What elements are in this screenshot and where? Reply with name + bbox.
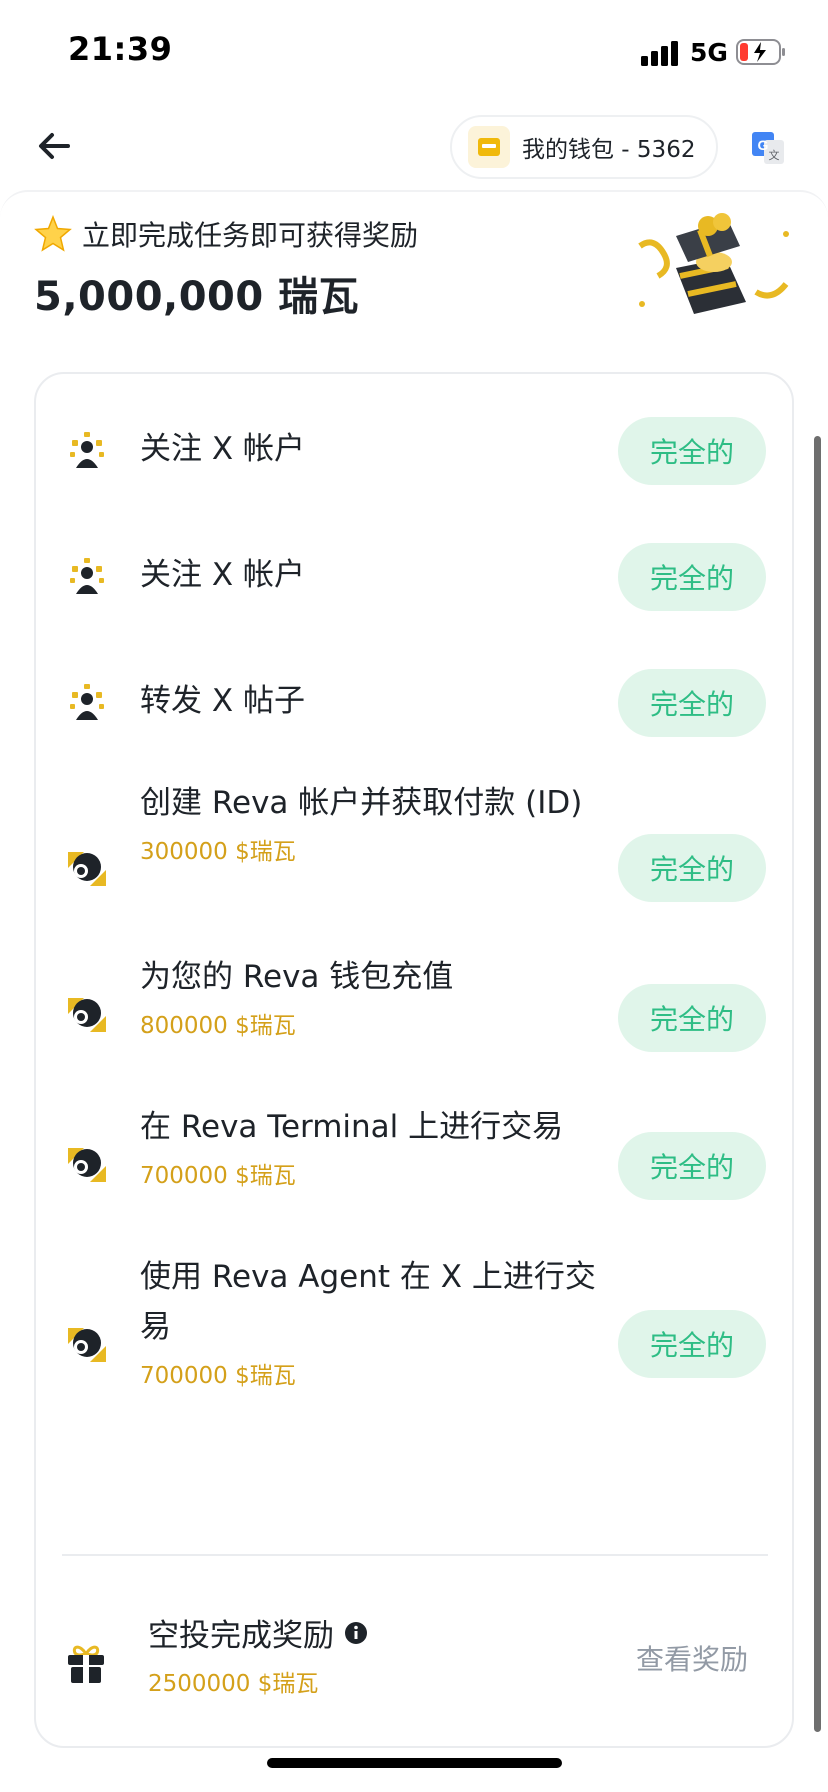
- task-row: 关注 X 帐户 完全的: [36, 526, 792, 646]
- reward-subtitle: 立即完成任务即可获得奖励: [34, 214, 418, 254]
- coins-icon: [68, 1328, 106, 1362]
- task-text: 关注 X 帐户: [140, 424, 610, 474]
- task-complete-button[interactable]: 完全的: [618, 417, 766, 485]
- people-icon: [70, 432, 104, 468]
- task-complete-button[interactable]: 完全的: [618, 834, 766, 902]
- task-list-card: 关注 X 帐户 完全的 关注 X 帐户 完全的 转发 X 帖子 完全的 创建 R…: [34, 372, 794, 1748]
- task-text: 使用 Reva Agent 在 X 上进行交易 700000 $瑞瓦: [140, 1252, 610, 1390]
- coins-icon: [68, 852, 106, 886]
- task-title: 使用 Reva Agent 在 X 上进行交易: [140, 1259, 596, 1345]
- reward-amount: 5,000,000 瑞瓦: [34, 274, 360, 320]
- battery-icon: [736, 39, 785, 65]
- task-reward: 300000 $瑞瓦: [140, 839, 296, 865]
- svg-text:文: 文: [769, 148, 780, 162]
- view-rewards-link[interactable]: 查看奖励: [636, 1638, 748, 1678]
- airdrop-reward: 2500000 $瑞瓦: [148, 1671, 319, 1697]
- task-reward: 800000 $瑞瓦: [140, 1013, 296, 1039]
- task-text: 在 Reva Terminal 上进行交易 700000 $瑞瓦: [140, 1102, 610, 1190]
- wallet-icon: [468, 126, 510, 168]
- svg-text:G: G: [758, 137, 769, 153]
- task-complete-button[interactable]: 完全的: [618, 669, 766, 737]
- airdrop-title-text: 空投完成奖励: [148, 1618, 334, 1654]
- task-row: 使用 Reva Agent 在 X 上进行交易 700000 $瑞瓦 完全的: [36, 1252, 792, 1422]
- task-text: 关注 X 帐户: [140, 550, 610, 600]
- scrollbar[interactable]: [814, 436, 821, 1732]
- task-row: 转发 X 帖子 完全的: [36, 652, 792, 772]
- task-row: 为您的 Reva 钱包充值 800000 $瑞瓦 完全的: [36, 952, 792, 1072]
- task-text: 为您的 Reva 钱包充值 800000 $瑞瓦: [140, 952, 610, 1040]
- wallet-label: 我的钱包 - 5362: [522, 137, 696, 163]
- coins-icon: [68, 1148, 106, 1182]
- gift-box-illustration: [638, 213, 789, 314]
- task-title: 关注 X 帐户: [140, 557, 305, 593]
- task-row: 创建 Reva 帐户并获取付款 (ID) 300000 $瑞瓦 完全的: [36, 778, 792, 938]
- star-icon: [34, 215, 72, 252]
- translate-icon[interactable]: G 文: [750, 130, 786, 166]
- back-arrow-icon[interactable]: [34, 124, 78, 168]
- airdrop-reward-row: 空投完成奖励 2500000 $瑞瓦 查看奖励: [36, 1556, 792, 1746]
- gift-icon: [68, 1645, 104, 1683]
- task-title: 在 Reva Terminal 上进行交易: [140, 1109, 564, 1145]
- status-time: 21:39: [68, 30, 173, 68]
- airdrop-title: 空投完成奖励: [148, 1610, 368, 1655]
- task-title: 关注 X 帐户: [140, 431, 305, 467]
- task-text: 创建 Reva 帐户并获取付款 (ID) 300000 $瑞瓦: [140, 778, 610, 866]
- reward-subtitle-text: 立即完成任务即可获得奖励: [82, 219, 419, 252]
- info-icon[interactable]: [344, 1621, 368, 1645]
- coins-icon: [68, 998, 106, 1032]
- task-row: 在 Reva Terminal 上进行交易 700000 $瑞瓦 完全的: [36, 1102, 792, 1222]
- task-reward: 700000 $瑞瓦: [140, 1163, 296, 1189]
- status-bar: 21:39 5G: [0, 0, 828, 100]
- wallet-selector[interactable]: 我的钱包 - 5362: [450, 115, 718, 179]
- home-indicator[interactable]: [267, 1758, 562, 1768]
- people-icon: [70, 558, 104, 594]
- network-label: 5G: [690, 38, 728, 67]
- task-complete-button[interactable]: 完全的: [618, 1132, 766, 1200]
- signal-icon: [641, 40, 679, 66]
- task-row: 关注 X 帐户 完全的: [36, 400, 792, 520]
- people-icon: [70, 684, 104, 720]
- task-complete-button[interactable]: 完全的: [618, 984, 766, 1052]
- task-title: 创建 Reva 帐户并获取付款 (ID): [140, 785, 583, 821]
- top-header: 我的钱包 - 5362 G 文: [0, 100, 828, 190]
- task-title: 为您的 Reva 钱包充值: [140, 959, 454, 995]
- reward-banner: 立即完成任务即可获得奖励 5,000,000 瑞瓦: [0, 190, 828, 330]
- task-reward: 700000 $瑞瓦: [140, 1363, 296, 1389]
- task-text: 转发 X 帖子: [140, 676, 610, 726]
- task-complete-button[interactable]: 完全的: [618, 1310, 766, 1378]
- task-complete-button[interactable]: 完全的: [618, 543, 766, 611]
- task-title: 转发 X 帖子: [140, 683, 305, 719]
